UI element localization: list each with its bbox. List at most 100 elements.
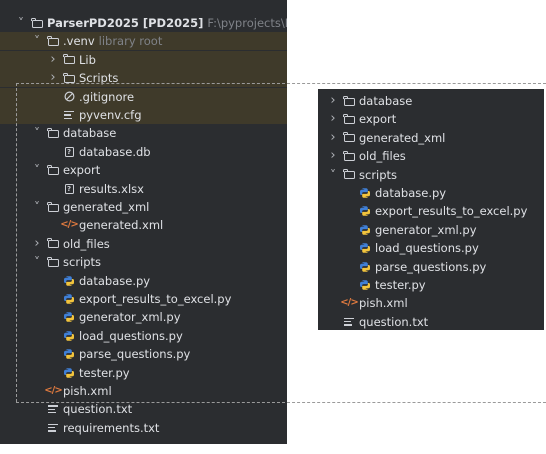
- guide-line-top: [16, 83, 546, 84]
- tree-node-question-txt[interactable]: question.txt: [0, 400, 287, 418]
- folder-icon: [30, 14, 44, 32]
- tree-node-scripts[interactable]: › Scripts: [0, 69, 287, 88]
- tree-node-export-results-to-excel-py[interactable]: export_results_to_excel.py: [318, 202, 544, 220]
- tree-node-old-files[interactable]: › old_files: [318, 147, 544, 165]
- tree-node-export-results-to-excel-py[interactable]: export_results_to_excel.py: [0, 290, 287, 308]
- tree-node-pish-xml[interactable]: </> pish.xml: [318, 294, 544, 312]
- tree-node-label: load_questions.py: [79, 328, 183, 343]
- xml-file-icon: </>: [44, 385, 62, 396]
- chevron-right-icon[interactable]: ›: [47, 51, 59, 69]
- folder-icon: [342, 92, 356, 110]
- folder-icon: [46, 32, 60, 50]
- chevron-right-icon[interactable]: ›: [327, 129, 339, 147]
- tree-node-export[interactable]: › export: [318, 110, 544, 128]
- tree-node-label: parse_questions.py: [375, 259, 487, 274]
- tree-node-label: export_results_to_excel.py: [375, 204, 528, 219]
- tree-node-gitignore[interactable]: .gitignore: [0, 87, 287, 106]
- tree-node-parse-questions-py[interactable]: parse_questions.py: [0, 345, 287, 363]
- folder-icon: [46, 253, 60, 271]
- tree-node-scripts[interactable]: ˅ scripts: [0, 253, 287, 271]
- tree-node-database-py[interactable]: database.py: [0, 272, 287, 290]
- tree-node-label: generated.xml: [79, 218, 164, 233]
- tree-node-tester-py[interactable]: tester.py: [318, 276, 544, 294]
- tree-node-generator-xml-py[interactable]: generator_xml.py: [0, 308, 287, 326]
- python-file-icon: [358, 184, 372, 202]
- tree-node-label: .gitignore: [79, 89, 135, 104]
- tree-node-question-txt[interactable]: question.txt: [318, 313, 544, 330]
- chevron-right-icon[interactable]: ›: [47, 69, 59, 87]
- chevron-down-icon[interactable]: ˅: [31, 32, 43, 50]
- chevron-right-icon[interactable]: ›: [31, 235, 43, 253]
- tree-node-old-files[interactable]: › old_files: [0, 235, 287, 253]
- tree-node-lib[interactable]: › Lib: [0, 50, 287, 69]
- folder-icon: [62, 51, 76, 69]
- python-file-icon: [62, 345, 76, 363]
- tree-node-requirements-txt[interactable]: requirements.txt: [0, 419, 287, 437]
- tree-node-label: old_files: [63, 236, 110, 251]
- chevron-right-icon[interactable]: ›: [327, 147, 339, 165]
- tree-node-generated-xml[interactable]: ˅ generated_xml: [0, 198, 287, 216]
- tree-node-label: load_questions.py: [375, 241, 479, 256]
- folder-icon: [62, 69, 76, 87]
- chevron-down-icon[interactable]: ˅: [327, 166, 339, 184]
- python-file-icon: [62, 327, 76, 345]
- tree-node-database[interactable]: ˅ database: [0, 124, 287, 142]
- folder-icon: [342, 129, 356, 147]
- folder-icon: [46, 198, 60, 216]
- tree-node-hint: F:\pyprojects\Parser: [207, 16, 287, 30]
- tree-node-label: generator_xml.py: [79, 310, 181, 325]
- tree-node-generated-xml[interactable]: › generated_xml: [318, 129, 544, 147]
- chevron-down-icon[interactable]: ˅: [31, 124, 43, 142]
- tree-node-label: pish.xml: [63, 384, 112, 398]
- chevron-right-icon[interactable]: ›: [327, 110, 339, 128]
- unknown-file-icon: ?: [62, 180, 76, 198]
- tree-node-label: export_results_to_excel.py: [79, 292, 232, 306]
- tree-node-export[interactable]: ˅ export: [0, 161, 287, 179]
- tree-node-tester-py[interactable]: tester.py: [0, 364, 287, 382]
- tree-node-generated-xml[interactable]: </> generated.xml: [0, 216, 287, 234]
- tree-node-load-questions-py[interactable]: load_questions.py: [318, 239, 544, 257]
- text-file-icon: [46, 400, 60, 418]
- guide-line-left: [16, 83, 17, 402]
- tree-node-label: scripts: [63, 255, 102, 270]
- tree-node-label: database.py: [79, 273, 151, 288]
- tree-node-label: parse_questions.py: [79, 347, 191, 362]
- tree-node-label: generator_xml.py: [375, 222, 477, 237]
- tree-node-label: generated_xml: [359, 130, 446, 145]
- text-file-icon: [62, 106, 76, 124]
- tree-node-parse-questions-py[interactable]: parse_questions.py: [318, 258, 544, 276]
- tree-node-hint: library root: [98, 34, 163, 49]
- tree-node-load-questions-py[interactable]: load_questions.py: [0, 327, 287, 345]
- tree-node-results-xlsx[interactable]: ? results.xlsx: [0, 180, 287, 198]
- python-file-icon: [62, 272, 76, 290]
- folder-icon: [46, 161, 60, 179]
- chevron-right-icon[interactable]: ›: [327, 92, 339, 110]
- tree-node-pyvenv-cfg[interactable]: pyvenv.cfg: [0, 106, 287, 124]
- tree-node-database-db[interactable]: ? database.db: [0, 143, 287, 161]
- tree-node-parserpd2025[interactable]: ˅ ParserPD2025[PD2025]F:\pyprojects\Parse…: [0, 14, 287, 32]
- tree-node-generator-xml-py[interactable]: generator_xml.py: [318, 221, 544, 239]
- chevron-down-icon[interactable]: ˅: [31, 161, 43, 179]
- python-file-icon: [358, 202, 372, 220]
- tree-node-label: database.db: [79, 144, 151, 159]
- project-tree-panel-reorganized: › database › export › generated_xml › old_files…: [318, 89, 544, 330]
- tree-node-pish-xml[interactable]: </> pish.xml: [0, 382, 287, 400]
- folder-icon: [342, 110, 356, 128]
- tree-node-scripts[interactable]: ˅ scripts: [318, 166, 544, 184]
- gitignore-icon: [62, 88, 76, 106]
- folder-icon: [46, 235, 60, 253]
- project-tree-panel: ˅ ParserPD2025[PD2025]F:\pyprojects\Parse…: [0, 0, 287, 444]
- guide-line-bottom: [16, 402, 546, 403]
- tree-node-label: old_files: [359, 149, 406, 164]
- tree-node-label: export: [359, 112, 397, 127]
- tree-node-database-py[interactable]: database.py: [318, 184, 544, 202]
- tree-node-venv[interactable]: ˅ .venv library root: [0, 32, 287, 51]
- tree-node-label: .venv: [63, 34, 95, 49]
- tree-node-label: database: [359, 94, 413, 108]
- python-file-icon: [358, 221, 372, 239]
- chevron-down-icon[interactable]: ˅: [31, 198, 43, 216]
- chevron-down-icon[interactable]: ˅: [31, 253, 43, 271]
- chevron-down-icon[interactable]: ˅: [15, 14, 27, 32]
- tree-node-database[interactable]: › database: [318, 92, 544, 110]
- tree-node-label: database.py: [375, 186, 447, 200]
